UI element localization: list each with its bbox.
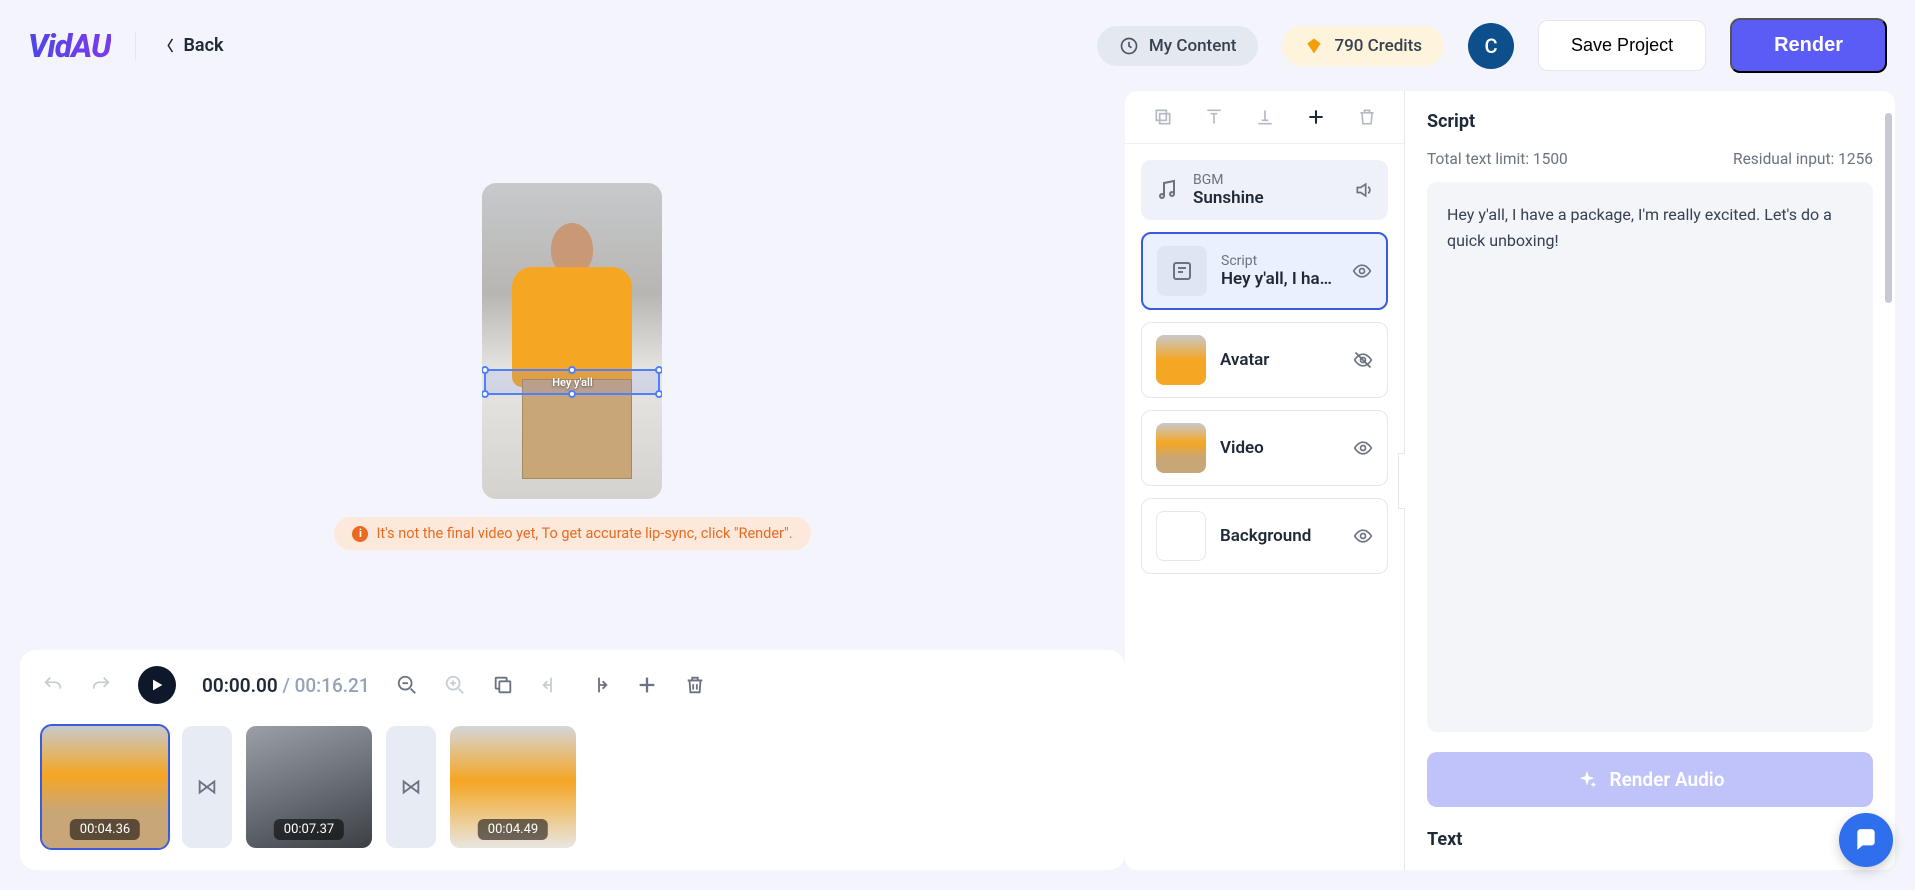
align-top-icon[interactable] [1204,107,1224,127]
avatar-label: Avatar [1220,350,1339,370]
layers-panel: BGM Sunshine Script Hey y'all, I ha… Ava… [1125,91,1405,870]
layer-list: BGM Sunshine Script Hey y'all, I ha… Ava… [1125,144,1404,590]
chevron-left-icon: 〈 [160,36,174,56]
layer-bgm[interactable]: BGM Sunshine [1141,160,1388,220]
split-left-icon[interactable] [540,674,562,696]
clip-2-duration: 00:07.37 [274,819,344,840]
eye-icon[interactable] [1352,261,1372,281]
layer-avatar[interactable]: Avatar [1141,322,1388,398]
background-thumb [1156,511,1206,561]
zoom-in-icon[interactable] [444,674,466,696]
text-section-heading: Text [1427,829,1873,850]
copy-icon[interactable] [492,674,514,696]
layer-background[interactable]: Background [1141,498,1388,574]
time-display: 00:00.00 / 00:16.21 [202,674,370,697]
scrollbar[interactable] [1885,113,1892,303]
diamond-icon [1304,36,1324,56]
layer-video[interactable]: Video [1141,410,1388,486]
render-button[interactable]: Render [1730,18,1887,73]
render-audio-button[interactable]: Render Audio [1427,752,1873,807]
clock-icon [1119,36,1139,56]
video-thumb [1156,423,1206,473]
chat-button[interactable] [1839,813,1893,867]
my-content-label: My Content [1149,36,1237,56]
layers-toolbar [1125,91,1404,144]
transition-1[interactable] [182,726,232,848]
add-layer-icon[interactable] [1306,107,1326,127]
undo-icon[interactable] [42,674,64,696]
eye-off-icon[interactable] [1353,350,1373,370]
video-label: Video [1220,438,1339,458]
user-avatar[interactable]: C [1468,23,1514,69]
script-value: Hey y'all, I ha… [1221,269,1338,289]
clip-1[interactable]: 00:04.36 [42,726,168,848]
logo[interactable]: VidAU [28,27,111,65]
info-icon: i [352,526,368,542]
script-heading: Script [1427,111,1873,132]
clips-row: 00:04.36 00:07.37 00:04.49 [42,726,1103,848]
total-time: 00:16.21 [295,674,370,697]
total-limit: Total text limit: 1500 [1427,150,1568,168]
script-label: Script [1221,253,1338,269]
render-warning: i It's not the final video yet, To get a… [334,517,810,550]
duplicate-layer-icon[interactable] [1153,107,1173,127]
play-icon [149,677,165,693]
bgm-label: BGM [1193,172,1340,188]
header: VidAU 〈 Back My Content 790 Credits C Sa… [0,0,1915,91]
clip-1-duration: 00:04.36 [70,819,140,840]
align-bottom-icon[interactable] [1255,107,1275,127]
clip-3-duration: 00:04.49 [478,819,548,840]
delete-layer-icon[interactable] [1357,107,1377,127]
timeline: 00:00.00 / 00:16.21 00:04.36 [20,650,1125,870]
zoom-out-icon[interactable] [396,674,418,696]
main: Hey y'all i It's not the final video yet… [0,91,1915,890]
residual-input: Residual input: 1256 [1733,150,1873,168]
add-icon[interactable] [636,674,658,696]
clip-3[interactable]: 00:04.49 [450,726,576,848]
eye-icon[interactable] [1353,438,1373,458]
script-icon [1157,246,1207,296]
delete-icon[interactable] [684,674,706,696]
split-right-icon[interactable] [588,674,610,696]
script-panel: Script Total text limit: 1500 Residual i… [1405,91,1895,870]
text-limits: Total text limit: 1500 Residual input: 1… [1427,150,1873,168]
clip-2[interactable]: 00:07.37 [246,726,372,848]
left-pane: Hey y'all i It's not the final video yet… [20,91,1125,870]
avatar-thumb [1156,335,1206,385]
preview-caption: Hey y'all [552,376,593,389]
timeline-controls: 00:00.00 / 00:16.21 [42,666,1103,704]
render-audio-label: Render Audio [1610,768,1725,791]
sparkle-icon [1576,769,1598,791]
play-button[interactable] [138,666,176,704]
warning-text: It's not the final video yet, To get acc… [376,525,792,542]
bgm-value: Sunshine [1193,188,1340,208]
credits-label: 790 Credits [1334,36,1422,56]
my-content-button[interactable]: My Content [1097,26,1259,66]
caption-selection-box[interactable]: Hey y'all [484,369,660,395]
current-time: 00:00.00 [202,674,278,697]
back-button[interactable]: 〈 Back [160,35,224,56]
back-label: Back [184,35,224,56]
speaker-icon[interactable] [1354,180,1374,200]
background-label: Background [1220,526,1339,546]
script-textarea[interactable]: Hey y'all, I have a package, I'm really … [1427,182,1873,732]
credits-pill[interactable]: 790 Credits [1282,26,1444,66]
redo-icon[interactable] [90,674,112,696]
preview-area: Hey y'all i It's not the final video yet… [334,91,810,642]
save-project-button[interactable]: Save Project [1538,20,1706,71]
video-preview[interactable]: Hey y'all [482,183,662,499]
transition-2[interactable] [386,726,436,848]
divider [135,32,136,60]
eye-icon[interactable] [1353,526,1373,546]
chat-icon [1853,827,1879,853]
music-icon [1155,178,1179,202]
layer-script[interactable]: Script Hey y'all, I ha… [1141,232,1388,310]
